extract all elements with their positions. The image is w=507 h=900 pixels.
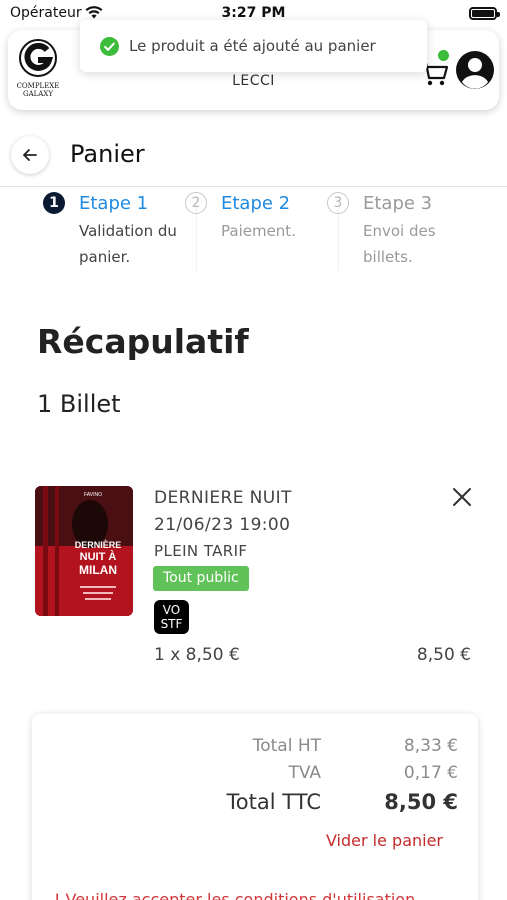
back-button[interactable] bbox=[11, 136, 49, 174]
step-number: 1 bbox=[43, 192, 65, 214]
line-total: 8,50 € bbox=[416, 645, 471, 665]
total-ttc-label: Total TTC bbox=[226, 790, 321, 814]
version-line2: STF bbox=[160, 617, 183, 631]
summary-title: Récapulatif bbox=[37, 322, 249, 361]
rate-name: PLEIN TARIF bbox=[154, 542, 248, 560]
totals-card: Total HT 8,33 € TVA 0,17 € Total TTC 8,5… bbox=[32, 714, 478, 900]
page-title: Panier bbox=[70, 140, 145, 168]
poster-title-line2: NUIT À bbox=[80, 550, 117, 563]
cart-badge bbox=[438, 50, 449, 61]
step-label: Etape 2 bbox=[221, 193, 291, 214]
step-label: Etape 1 bbox=[79, 193, 149, 214]
close-icon[interactable] bbox=[450, 485, 474, 509]
success-toast: Le produit a été ajouté au panier bbox=[80, 20, 427, 72]
movie-title: DERNIERE NUIT bbox=[154, 488, 292, 508]
tva-value: 0,17 € bbox=[403, 763, 458, 783]
cinema-logo[interactable]: COMPLEXE GALAXY bbox=[16, 38, 60, 98]
quantity-price: 1 x 8,50 € bbox=[154, 645, 240, 665]
check-circle-icon bbox=[100, 36, 119, 56]
step-label: Etape 3 bbox=[363, 193, 433, 214]
conditions-warning: ! Veuillez accepter les conditions d'uti… bbox=[54, 890, 416, 900]
tva-label: TVA bbox=[288, 763, 321, 783]
divider bbox=[0, 186, 507, 187]
version-line1: VO bbox=[162, 603, 181, 617]
logo-text-line2: GALAXY bbox=[23, 90, 53, 98]
ticket-count: 1 Billet bbox=[37, 390, 121, 418]
step-description: Envoi des billets. bbox=[363, 222, 436, 266]
account-icon[interactable] bbox=[455, 50, 495, 90]
movie-poster: FAVINO DERNIÈRE NUIT À MILAN bbox=[35, 486, 133, 616]
total-ht-label: Total HT bbox=[252, 736, 321, 756]
toast-message: Le produit a été ajouté au panier bbox=[129, 37, 376, 55]
audience-badge: Tout public bbox=[153, 566, 249, 591]
clock: 3:27 PM bbox=[221, 5, 286, 21]
step-description: Paiement. bbox=[221, 222, 296, 240]
poster-title-line1: DERNIÈRE bbox=[75, 540, 122, 550]
total-ht-value: 8,33 € bbox=[403, 736, 458, 756]
arrow-left-icon bbox=[23, 149, 37, 161]
step-number: 2 bbox=[185, 192, 207, 214]
poster-actor: FAVINO bbox=[84, 492, 102, 498]
galaxy-logo-icon bbox=[19, 39, 57, 77]
step-number: 3 bbox=[327, 192, 349, 214]
showtime: 21/06/23 19:00 bbox=[154, 515, 291, 535]
total-ttc-value: 8,50 € bbox=[384, 790, 458, 814]
battery-icon bbox=[469, 7, 500, 20]
poster-title-line3: MILAN bbox=[79, 563, 117, 577]
version-badge: VO STF bbox=[154, 600, 189, 634]
step-description: Validation du panier. bbox=[79, 222, 177, 266]
clear-cart-link[interactable]: Vider le panier bbox=[326, 831, 443, 850]
